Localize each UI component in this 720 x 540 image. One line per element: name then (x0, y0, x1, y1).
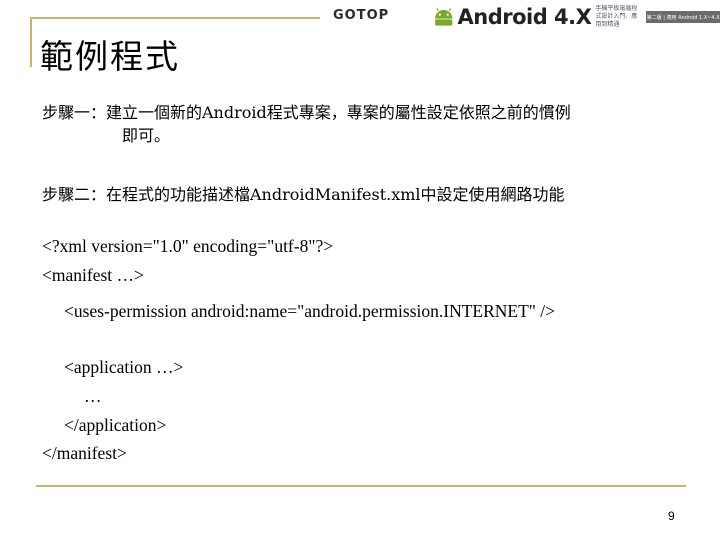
code-line: <application …> (64, 357, 184, 377)
page-number: 9 (668, 509, 675, 523)
code-line: <manifest …> (42, 265, 144, 285)
book-edition-box: 第二版 | 適用 Android 1.X~4.X (646, 11, 720, 23)
footer-rule (36, 485, 686, 487)
book-subtitle: 手機平板電腦程式設計入門、應用到精通 (595, 5, 638, 28)
step-two-line1: 步驟二：在程式的功能描述檔AndroidManifest.xml中設定使用網路功… (42, 185, 565, 204)
code-line: </manifest> (42, 443, 127, 463)
slide-title: 範例程式 (40, 37, 180, 76)
step-one-line2: 即可。 (122, 126, 171, 145)
code-line: </application> (64, 415, 167, 435)
title-left-rule (30, 17, 32, 67)
code-line: … (84, 386, 102, 406)
book-banner: Android 4.X 手機平板電腦程式設計入門、應用到精通 第二版 | 適用 … (432, 2, 720, 32)
title-top-rule (30, 17, 320, 19)
book-title-main: Android 4.X (457, 5, 592, 29)
android-robot-icon (435, 8, 453, 26)
publisher-logo: GOTOP (333, 8, 390, 23)
step-one-line1: 步驟一：建立一個新的Android程式專案，專案的屬性設定依照之前的慣例 (42, 103, 571, 122)
code-line: <uses-permission android:name="android.p… (64, 301, 556, 321)
code-line: <?xml version="1.0" encoding="utf-8"?> (42, 236, 334, 256)
